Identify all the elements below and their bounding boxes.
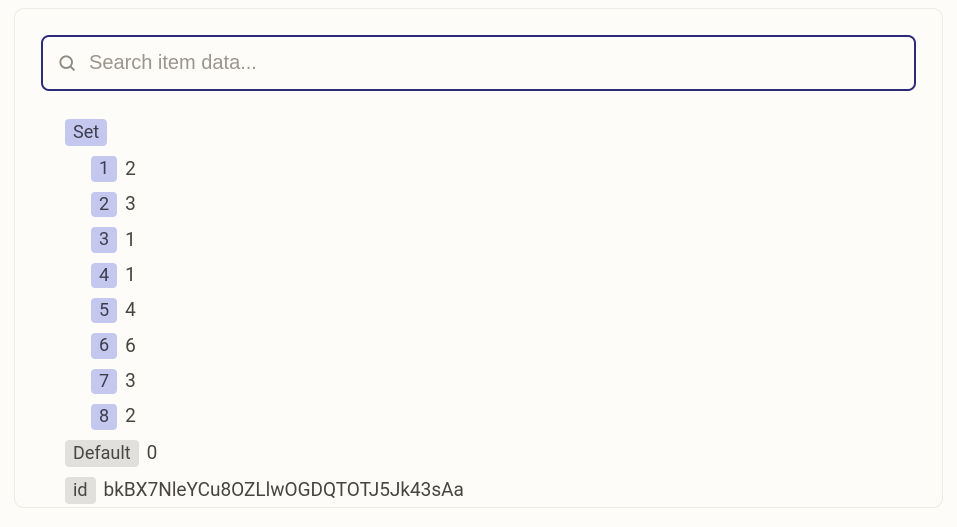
- search-input[interactable]: [89, 52, 900, 75]
- key-badge-set: Set: [65, 119, 107, 146]
- tree-node-set-item[interactable]: 23: [65, 192, 916, 217]
- key-badge-index: 6: [91, 333, 117, 358]
- tree-value: 1: [125, 263, 136, 288]
- tree-value: 2: [125, 157, 136, 182]
- tree-node-set-item[interactable]: 66: [65, 333, 916, 358]
- tree-value: 4: [125, 298, 136, 323]
- key-badge-index: 8: [91, 404, 117, 429]
- tree-value: 2: [125, 404, 136, 429]
- key-badge-index: 3: [91, 227, 117, 252]
- tree-node-set-item[interactable]: 41: [65, 263, 916, 288]
- key-badge-id: id: [65, 477, 96, 504]
- tree-value: 0: [147, 441, 158, 466]
- search-wrap: [15, 9, 942, 109]
- tree-node-set-item[interactable]: 12: [65, 156, 916, 181]
- tree-node-set-item[interactable]: 82: [65, 404, 916, 429]
- key-badge-index: 2: [91, 192, 117, 217]
- tree-node-set-item[interactable]: 73: [65, 369, 916, 394]
- tree-value: 6: [125, 334, 136, 359]
- tree-value: bkBX7NleYCu8OZLlwOGDQTOTJ5Jk43sAa: [104, 478, 464, 503]
- tree-value: 1: [125, 228, 136, 253]
- tree-node-set-item[interactable]: 54: [65, 298, 916, 323]
- tree-value: 3: [125, 369, 136, 394]
- search-icon: [57, 53, 77, 73]
- search-box[interactable]: [41, 35, 916, 91]
- key-badge-index: 1: [91, 156, 117, 181]
- tree-node-default[interactable]: Default 0: [65, 440, 916, 467]
- tree-node-id[interactable]: id bkBX7NleYCu8OZLlwOGDQTOTJ5Jk43sAa: [65, 477, 916, 504]
- key-badge-index: 5: [91, 298, 117, 323]
- data-panel: Set 1223314154667382 Default 0 id bkBX7N…: [14, 8, 943, 508]
- tree-value: 3: [125, 192, 136, 217]
- tree-node-set-item[interactable]: 31: [65, 227, 916, 252]
- key-badge-index: 4: [91, 263, 117, 288]
- key-badge-default: Default: [65, 440, 139, 467]
- tree-content[interactable]: Set 1223314154667382 Default 0 id bkBX7N…: [15, 109, 942, 507]
- key-badge-index: 7: [91, 369, 117, 394]
- tree-node-set[interactable]: Set: [65, 119, 916, 146]
